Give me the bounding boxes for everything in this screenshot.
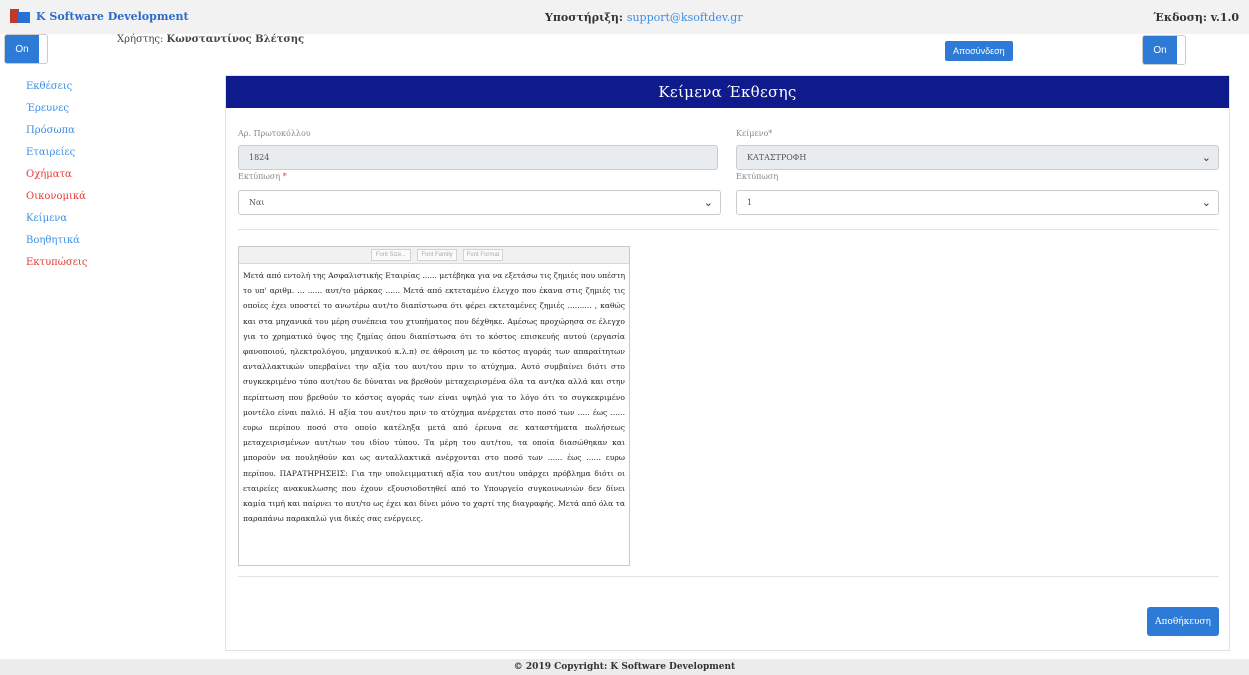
- print-order-label: Εκτύπωση: [736, 172, 779, 181]
- support-email-link[interactable]: support@ksoftdev.gr: [627, 11, 743, 24]
- print-select-value: Ναι: [249, 198, 265, 207]
- brand[interactable]: K Software Development: [10, 9, 189, 23]
- text-select-value: ΚΑΤΑΣΤΡΟΦΗ: [747, 153, 807, 162]
- protocol-number-field[interactable]: 1824: [238, 145, 718, 170]
- right-toggle[interactable]: On: [1142, 35, 1186, 65]
- sidebar: Εκθέσεις Έρευνες Πρόσωπα Εταιρείες Οχήμα…: [26, 76, 206, 274]
- print-order-value: 1: [747, 198, 753, 207]
- left-toggle[interactable]: On: [4, 34, 48, 64]
- sidebar-item-investigations[interactable]: Έρευνες: [26, 98, 206, 120]
- chevron-down-icon: ⌄: [1201, 151, 1211, 164]
- support-info: Υποστήριξη: support@ksoftdev.gr: [545, 11, 743, 24]
- print-label: Εκτύπωση *: [238, 172, 287, 181]
- left-toggle-on: On: [5, 35, 39, 63]
- print-label-text: Εκτύπωση: [238, 172, 281, 181]
- text-select[interactable]: ΚΑΤΑΣΤΡΟΦΗ ⌄: [736, 145, 1219, 170]
- required-marker: *: [282, 172, 287, 181]
- text-select-label: Κείμενο*: [736, 129, 773, 138]
- font-format-button[interactable]: Font Format: [463, 249, 503, 261]
- user-info: Χρήστης: Κωνσταντίνος Βλέτσης: [117, 34, 304, 45]
- footer-copyright: © 2019 Copyright: K Software Development: [0, 659, 1249, 675]
- font-family-button[interactable]: Font Family: [417, 249, 457, 261]
- sidebar-item-auxiliary[interactable]: Βοηθητικά: [26, 230, 206, 252]
- editor-toolbar: Font Size... Font Family Font Format: [239, 247, 629, 264]
- rich-text-editor[interactable]: Font Size... Font Family Font Format Μετ…: [238, 246, 630, 566]
- right-toggle-on: On: [1143, 36, 1177, 64]
- sidebar-item-reports[interactable]: Εκθέσεις: [26, 76, 206, 98]
- user-label: Χρήστης:: [117, 34, 164, 45]
- support-label: Υποστήριξη:: [545, 11, 623, 24]
- print-select[interactable]: Ναι ⌄: [238, 190, 721, 215]
- editor-content[interactable]: Μετά από εντολή της Ασφαλιστικής Εταιρία…: [239, 264, 629, 526]
- chevron-down-icon: ⌄: [703, 196, 713, 209]
- sidebar-item-prints[interactable]: Εκτυπώσεις: [26, 252, 206, 274]
- divider: [238, 576, 1219, 577]
- version-label: Έκδοση: v.1.0: [1153, 11, 1239, 24]
- protocol-label: Αρ. Πρωτοκόλλου: [238, 129, 311, 138]
- print-order-select[interactable]: 1 ⌄: [736, 190, 1219, 215]
- report-texts-panel: Κείμενα Έκθεσης Αρ. Πρωτοκόλλου 1824 Κεί…: [225, 75, 1230, 651]
- font-size-button[interactable]: Font Size...: [371, 249, 411, 261]
- sidebar-item-companies[interactable]: Εταιρείες: [26, 142, 206, 164]
- brand-name: K Software Development: [36, 9, 189, 23]
- sidebar-item-texts[interactable]: Κείμενα: [26, 208, 206, 230]
- divider: [238, 229, 1219, 230]
- brand-logo-icon: [10, 9, 30, 23]
- logout-button[interactable]: Αποσύνδεση: [945, 41, 1013, 61]
- sidebar-item-vehicles[interactable]: Οχήματα: [26, 164, 206, 186]
- top-bar: K Software Development Υποστήριξη: suppo…: [0, 0, 1249, 34]
- panel-title: Κείμενα Έκθεσης: [226, 76, 1229, 108]
- sidebar-item-persons[interactable]: Πρόσωπα: [26, 120, 206, 142]
- user-name: Κωνσταντίνος Βλέτσης: [166, 34, 305, 45]
- save-button[interactable]: Αποθήκευση: [1147, 607, 1219, 636]
- chevron-down-icon: ⌄: [1201, 196, 1211, 209]
- sidebar-item-finances[interactable]: Οικονομικά: [26, 186, 206, 208]
